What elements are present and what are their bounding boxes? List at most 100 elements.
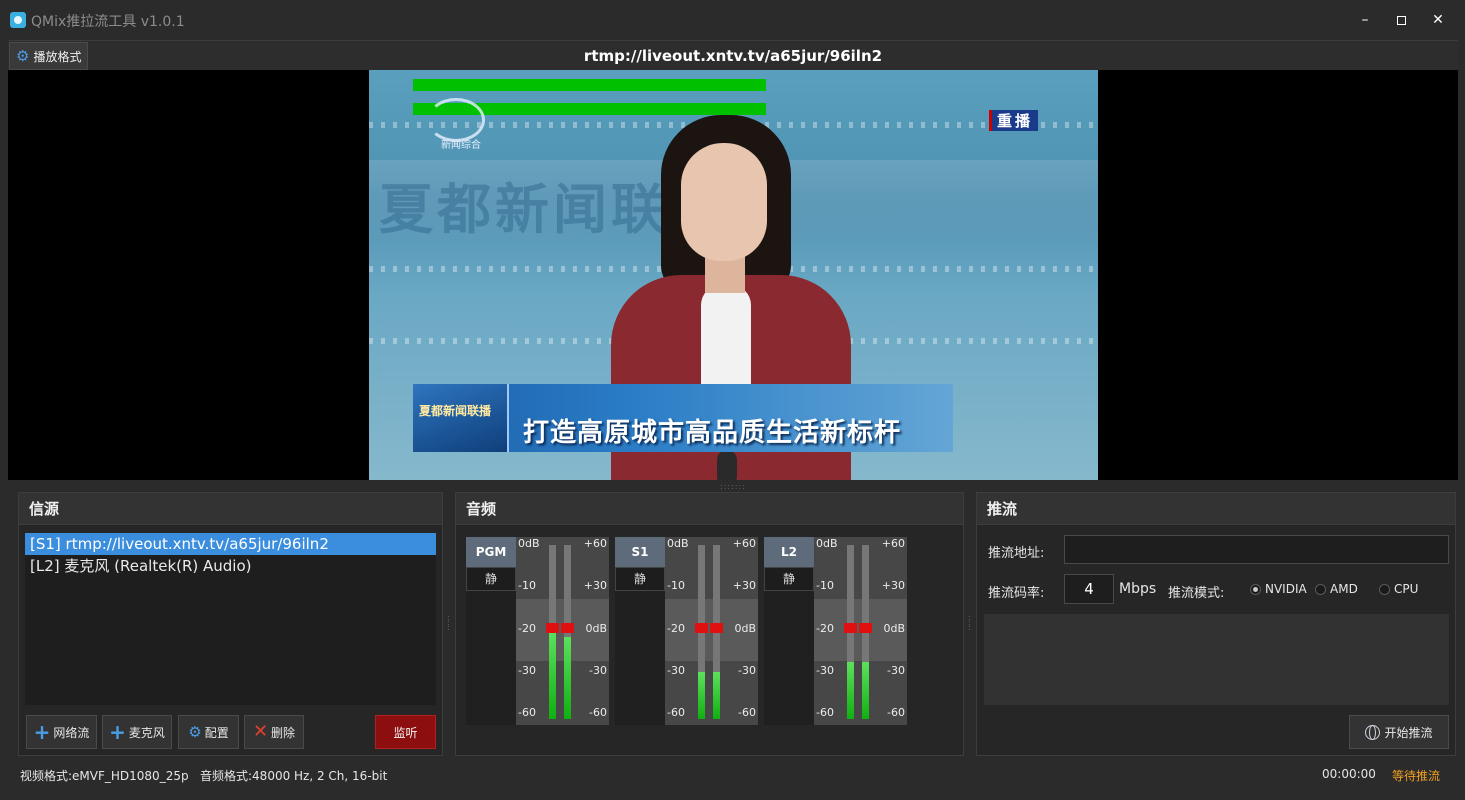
meter-scale-label: -10 — [518, 579, 536, 592]
meter-strip-label: L2 — [764, 537, 814, 567]
meter-scale-label: +30 — [881, 579, 905, 592]
level-meter: 0dB -10 -20 -30 -60 +60 +30 0dB -30 -60 — [516, 537, 609, 725]
meter-scale-label: +30 — [732, 579, 756, 592]
add-network-stream-button[interactable]: + 网络流 — [26, 715, 97, 749]
mode-radio-nvidia[interactable]: NVIDIA — [1250, 582, 1307, 596]
meter-peak-marker — [561, 623, 574, 633]
stream-mode-label: 推流模式: — [1168, 586, 1225, 601]
video-audio-level-bar — [413, 79, 766, 91]
meter-channel-track — [859, 545, 872, 719]
meter-scale-label: -30 — [738, 664, 756, 677]
video-frame: 夏都新闻联播 新闻综合 重播 夏都新闻联播 打造高原城市高品质生活新标杆 — [369, 70, 1098, 480]
strip-spacer — [615, 591, 665, 725]
vertical-splitter-handle[interactable]: ::: — [968, 614, 971, 632]
mode-label: CPU — [1394, 582, 1419, 596]
delete-label: 删除 — [271, 725, 296, 740]
play-format-button[interactable]: ⚙ 播放格式 — [9, 42, 89, 70]
meter-peak-marker — [844, 623, 857, 633]
plus-icon: + — [109, 720, 126, 744]
delete-button[interactable]: ✕ 删除 — [244, 715, 304, 749]
gear-icon: ⚙ — [188, 722, 202, 741]
level-meter: 0dB -10 -20 -30 -60 +60 +30 0dB -30 -60 — [665, 537, 758, 725]
meter-peak-marker — [859, 623, 872, 633]
meter-channel-track — [710, 545, 723, 719]
meter-channel-track — [844, 545, 857, 719]
replay-badge: 重播 — [989, 110, 1039, 131]
globe-icon — [1365, 724, 1381, 740]
add-mic-label: 麦克风 — [128, 725, 165, 740]
source-item[interactable]: [L2] 麦克风 (Realtek(R) Audio) — [25, 555, 436, 577]
horizontal-splitter-handle[interactable]: ::::::: — [720, 482, 746, 491]
app-icon — [10, 12, 26, 28]
close-button[interactable]: ✕ — [1423, 8, 1453, 32]
status-bar: 视频格式:eMVF_HD1080_25p 音频格式:48000 Hz, 2 Ch… — [0, 760, 1465, 790]
bitrate-input[interactable]: 4 — [1064, 574, 1114, 604]
sources-title: 信源 — [19, 493, 442, 525]
meter-scale-label: -60 — [667, 706, 685, 719]
minimize-button[interactable]: – — [1350, 8, 1380, 32]
mode-label: NVIDIA — [1265, 582, 1307, 596]
news-lower-banner: 夏都新闻联播 打造高原城市高品质生活新标杆 — [413, 384, 953, 452]
meter-strip-l2: L2 静 0dB -10 -20 -30 -60 +60 +30 0dB -30 -60 — [764, 537, 907, 725]
bitrate-unit: Mbps — [1119, 581, 1157, 597]
sources-panel: 信源 [S1] rtmp://liveout.xntv.tv/a65jur/96… — [18, 492, 443, 756]
meter-scale-label: +60 — [881, 537, 905, 550]
meter-channel-track — [695, 545, 708, 719]
meter-strip-label: S1 — [615, 537, 665, 567]
meter-level-fill — [698, 672, 705, 719]
radio-indicator — [1379, 583, 1390, 595]
meter-level-fill — [862, 662, 869, 719]
anchor-face — [681, 143, 767, 261]
maximize-icon — [1396, 16, 1406, 25]
meter-scale-label: -60 — [816, 706, 834, 719]
meter-scale-label: -10 — [816, 579, 834, 592]
meter-scale-label: -30 — [589, 664, 607, 677]
mode-radio-cpu[interactable]: CPU — [1379, 582, 1418, 596]
start-streaming-button[interactable]: 开始推流 — [1349, 715, 1449, 749]
meter-channel-track — [546, 545, 559, 719]
maximize-button[interactable] — [1386, 8, 1416, 32]
program-logo: 夏都新闻联播 — [413, 384, 509, 452]
meter-level-fill — [847, 662, 854, 719]
meter-peak-marker — [546, 623, 559, 633]
gear-icon: ⚙ — [16, 46, 30, 65]
plus-icon: + — [33, 720, 51, 744]
config-label: 配置 — [204, 725, 229, 740]
meter-strip-s1: S1 静 0dB -10 -20 -30 -60 +60 +30 0dB -30 -60 — [615, 537, 758, 725]
mute-button[interactable]: 静 — [466, 567, 516, 591]
audio-panel: 音频 PGM 静 0dB -10 -20 -30 -60 +60 +30 0dB -30 -60 S1 静… — [455, 492, 964, 756]
meter-scale-label: +60 — [583, 537, 607, 550]
source-list[interactable]: [S1] rtmp://liveout.xntv.tv/a65jur/96iln… — [25, 533, 436, 705]
meter-scale-label: 0dB — [667, 537, 689, 550]
mode-radio-amd[interactable]: AMD — [1315, 582, 1358, 596]
meter-scale-label: -30 — [518, 664, 536, 677]
video-format-status: 视频格式:eMVF_HD1080_25p — [20, 769, 189, 783]
vertical-splitter-handle[interactable]: ::: — [447, 614, 450, 632]
meter-scale-label: -60 — [738, 706, 756, 719]
config-button[interactable]: ⚙ 配置 — [178, 715, 239, 749]
stream-url-input[interactable] — [1064, 535, 1449, 564]
app-title: QMix推拉流工具 v1.0.1 — [31, 14, 185, 30]
add-network-label: 网络流 — [53, 725, 90, 740]
meter-strip-pgm: PGM 静 0dB -10 -20 -30 -60 +60 +30 0dB -30 -60 — [466, 537, 609, 725]
mute-button[interactable]: 静 — [764, 567, 814, 591]
meter-scale-label: -60 — [589, 706, 607, 719]
streaming-panel: 推流 推流地址: 推流码率: 4 Mbps 推流模式: NVIDIA AMD C… — [976, 492, 1456, 756]
mode-label: AMD — [1330, 582, 1358, 596]
meter-peak-marker — [710, 623, 723, 633]
monitor-button[interactable]: 监听 — [375, 715, 436, 749]
meter-scale-label: 0dB — [816, 537, 838, 550]
add-microphone-button[interactable]: + 麦克风 — [102, 715, 172, 749]
delete-icon: ✕ — [252, 721, 269, 742]
meter-level-fill — [549, 632, 556, 719]
source-item[interactable]: [S1] rtmp://liveout.xntv.tv/a65jur/96iln… — [25, 533, 436, 555]
meter-peak-marker — [695, 623, 708, 633]
channel-logo-text: 新闻综合 — [441, 140, 481, 151]
meter-scale-label: -20 — [816, 622, 834, 635]
level-meter: 0dB -10 -20 -30 -60 +60 +30 0dB -30 -60 — [814, 537, 907, 725]
meter-scale-label: 0dB — [883, 622, 905, 635]
preview-header: rtmp://liveout.xntv.tv/a65jur/96iln2 ⚙ 播… — [8, 40, 1458, 70]
mute-button[interactable]: 静 — [615, 567, 665, 591]
stream-log-area — [984, 614, 1449, 705]
meter-scale-label: -20 — [518, 622, 536, 635]
